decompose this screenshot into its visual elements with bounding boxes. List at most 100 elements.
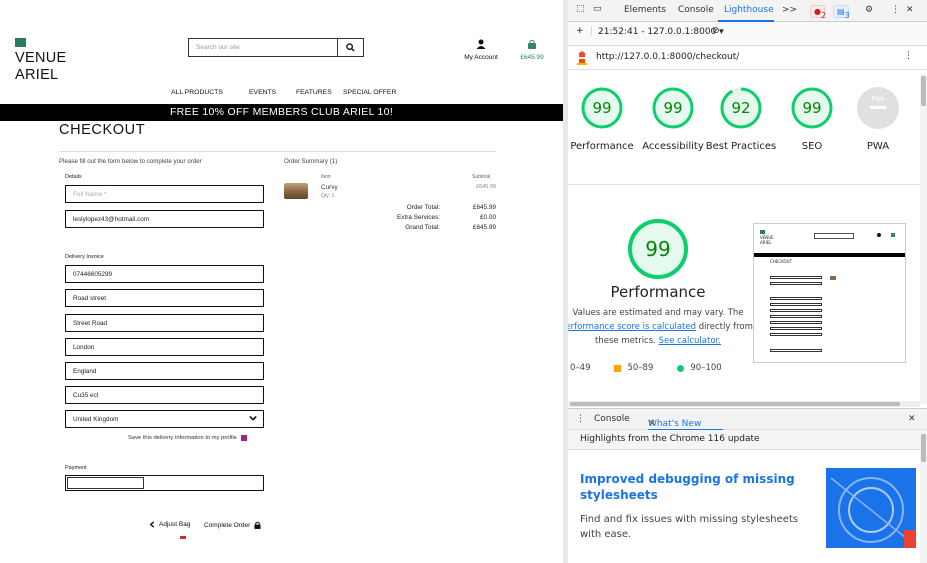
chevron-left-icon <box>149 521 155 528</box>
legend-average-label: 50–89 <box>627 363 654 373</box>
message-count: 3 <box>844 11 850 20</box>
nav-special-offer[interactable]: SPECIAL OFFER <box>343 89 396 96</box>
message-count-badge[interactable]: ▤ 3 <box>833 5 850 20</box>
more-tabs-button[interactable]: >> <box>782 5 797 15</box>
checkout-intro: Please fill out the form below to comple… <box>59 158 202 165</box>
county-field[interactable]: England <box>65 362 264 380</box>
score-calculated-link[interactable]: performance score is calculated <box>568 322 696 332</box>
drawer-scroll-thumb[interactable] <box>921 434 926 462</box>
legend-fail: 0–49 <box>570 363 590 373</box>
gauge-pwa[interactable]: PWA <box>856 86 900 130</box>
postcode-field[interactable]: Cu35 ecl <box>65 386 264 404</box>
search-button[interactable] <box>337 39 363 56</box>
nav-events[interactable]: EVENTS <box>249 89 276 96</box>
close-devtools-icon[interactable]: ✕ <box>906 5 914 15</box>
phone-field[interactable]: 07446605299 <box>65 265 264 283</box>
complete-order-label: Complete Order <box>204 521 251 529</box>
see-calculator-link[interactable]: See calculator. <box>659 336 721 346</box>
product-thumbnail <box>284 183 308 199</box>
drawer-menu-icon[interactable]: ⋮ <box>576 414 585 424</box>
town-field[interactable]: London <box>65 338 264 356</box>
tab-lighthouse[interactable]: Lighthouse <box>724 5 774 15</box>
nav-features[interactable]: FEATURES <box>296 89 332 96</box>
toolbar-divider: | <box>590 26 594 36</box>
lighthouse-url-bar: http://127.0.0.1:8000/checkout/ ⋮ <box>568 46 927 70</box>
close-drawer-icon[interactable]: ✕ <box>908 414 916 424</box>
device-toolbar-icon[interactable]: ▭ <box>593 4 602 14</box>
final-screenshot-thumbnail[interactable]: VENUE ARIEL CHECKOUT <box>753 223 906 363</box>
drawer-scrollbar[interactable] <box>920 430 927 563</box>
settings-icon[interactable]: ⚙ <box>865 5 873 15</box>
tab-elements[interactable]: Elements <box>624 5 666 15</box>
vertical-scroll-thumb[interactable] <box>921 76 926 106</box>
drawer-tabbar: ⋮ Console What's New ✕ ✕ <box>568 408 927 431</box>
save-info-label: Save this delivery information to my pro… <box>128 435 237 441</box>
gauge-best-practices[interactable]: 92 <box>719 86 763 130</box>
inspect-element-icon[interactable]: ⬚ <box>576 4 585 14</box>
order-summary-title: Order Summary (1) <box>284 158 338 165</box>
street-address-2-field[interactable]: Street Road <box>65 314 264 332</box>
gauge-accessibility[interactable]: 99 <box>651 86 695 130</box>
country-value: United Kingdom <box>73 416 119 423</box>
order-total-value: £645.99 <box>472 204 496 211</box>
new-report-icon[interactable]: + <box>576 26 584 36</box>
details-heading: Details <box>65 174 82 180</box>
lighthouse-logo-icon <box>577 51 587 65</box>
save-info-row: Save this delivery information to my pro… <box>128 435 247 441</box>
whats-new-item-title[interactable]: Improved debugging of missing stylesheet… <box>580 471 820 503</box>
payment-card-element[interactable] <box>65 475 264 491</box>
report-selector[interactable]: 21:52:41 - 127.0.0.1:8000 ▾ <box>598 27 724 37</box>
full-name-field[interactable]: Full Name * <box>65 185 264 203</box>
grand-total-label: Grand Total: <box>405 224 440 231</box>
whats-new-label: What's New <box>648 419 702 429</box>
error-count-badge[interactable]: ● 2 <box>810 5 827 20</box>
report-vertical-scrollbar[interactable] <box>920 74 927 404</box>
gauge-seo[interactable]: 99 <box>790 86 834 130</box>
order-total-label: Order Total: <box>406 204 440 211</box>
gauge-performance[interactable]: 99 <box>580 86 624 130</box>
report-horizontal-scrollbar[interactable] <box>568 401 920 407</box>
summary-divider <box>284 151 496 152</box>
street-address-1-field[interactable]: Road street <box>65 289 264 307</box>
logo-line-2: ARIEL <box>15 67 59 83</box>
shopping-bag-link[interactable]: £645.99 <box>513 36 551 61</box>
search-input[interactable]: Search our site <box>189 39 337 56</box>
drawer-tab-console[interactable]: Console <box>594 414 630 424</box>
my-account-label: My Account <box>464 54 498 61</box>
delivery-heading: Delivery Invoice <box>65 254 104 260</box>
legend-fail-label: 0–49 <box>570 363 591 373</box>
summary-col-subtotal: Subtotal <box>472 174 491 180</box>
logo-line-1: VENUE <box>15 50 67 66</box>
chevron-down-icon <box>249 415 257 421</box>
promo-banner: FREE 10% OFF MEMBERS CLUB ARIEL 10! <box>0 104 563 121</box>
performance-description: Values are estimated and may vary. The p… <box>568 306 753 348</box>
email-field[interactable]: leslylopez43@hotmail.com <box>65 210 264 228</box>
whats-new-item-text: Find and fix issues with missing stylesh… <box>580 514 799 540</box>
save-info-checkbox[interactable] <box>240 435 247 441</box>
my-account-link[interactable]: My Account <box>461 36 501 61</box>
gauge-score-seo: 99 <box>802 99 821 117</box>
clear-reports-icon[interactable]: ⊘ <box>712 26 720 36</box>
performance-gauge-large: 99 <box>628 219 688 279</box>
horizontal-scroll-thumb[interactable] <box>570 402 900 406</box>
report-menu-icon[interactable]: ⋮ <box>904 51 913 61</box>
card-number-input[interactable] <box>67 477 144 489</box>
country-select[interactable]: United Kingdom <box>65 410 264 428</box>
form-accent-mark <box>180 536 186 539</box>
search-icon <box>346 43 355 52</box>
tab-console[interactable]: Console <box>678 5 714 15</box>
kebab-menu-icon[interactable]: ⋮ <box>891 5 900 15</box>
adjust-bag-link[interactable]: Adjust Bag <box>149 521 190 528</box>
complete-order-button[interactable]: Complete Order <box>204 521 261 529</box>
close-tab-icon[interactable]: ✕ <box>648 419 656 429</box>
adjust-bag-label: Adjust Bag <box>159 521 191 528</box>
nav-all-products[interactable]: ALL PRODUCTS <box>171 89 223 96</box>
site-logo[interactable]: VENUE ARIEL <box>15 38 66 84</box>
performance-heading: Performance <box>610 283 706 301</box>
summary-col-item: Item <box>321 174 331 180</box>
logo-mark-icon <box>15 38 26 47</box>
whats-new-illustration <box>826 468 916 548</box>
grand-total-value: £645.99 <box>472 224 496 231</box>
label-pwa: PWA <box>866 141 890 152</box>
error-count: 2 <box>820 11 827 20</box>
